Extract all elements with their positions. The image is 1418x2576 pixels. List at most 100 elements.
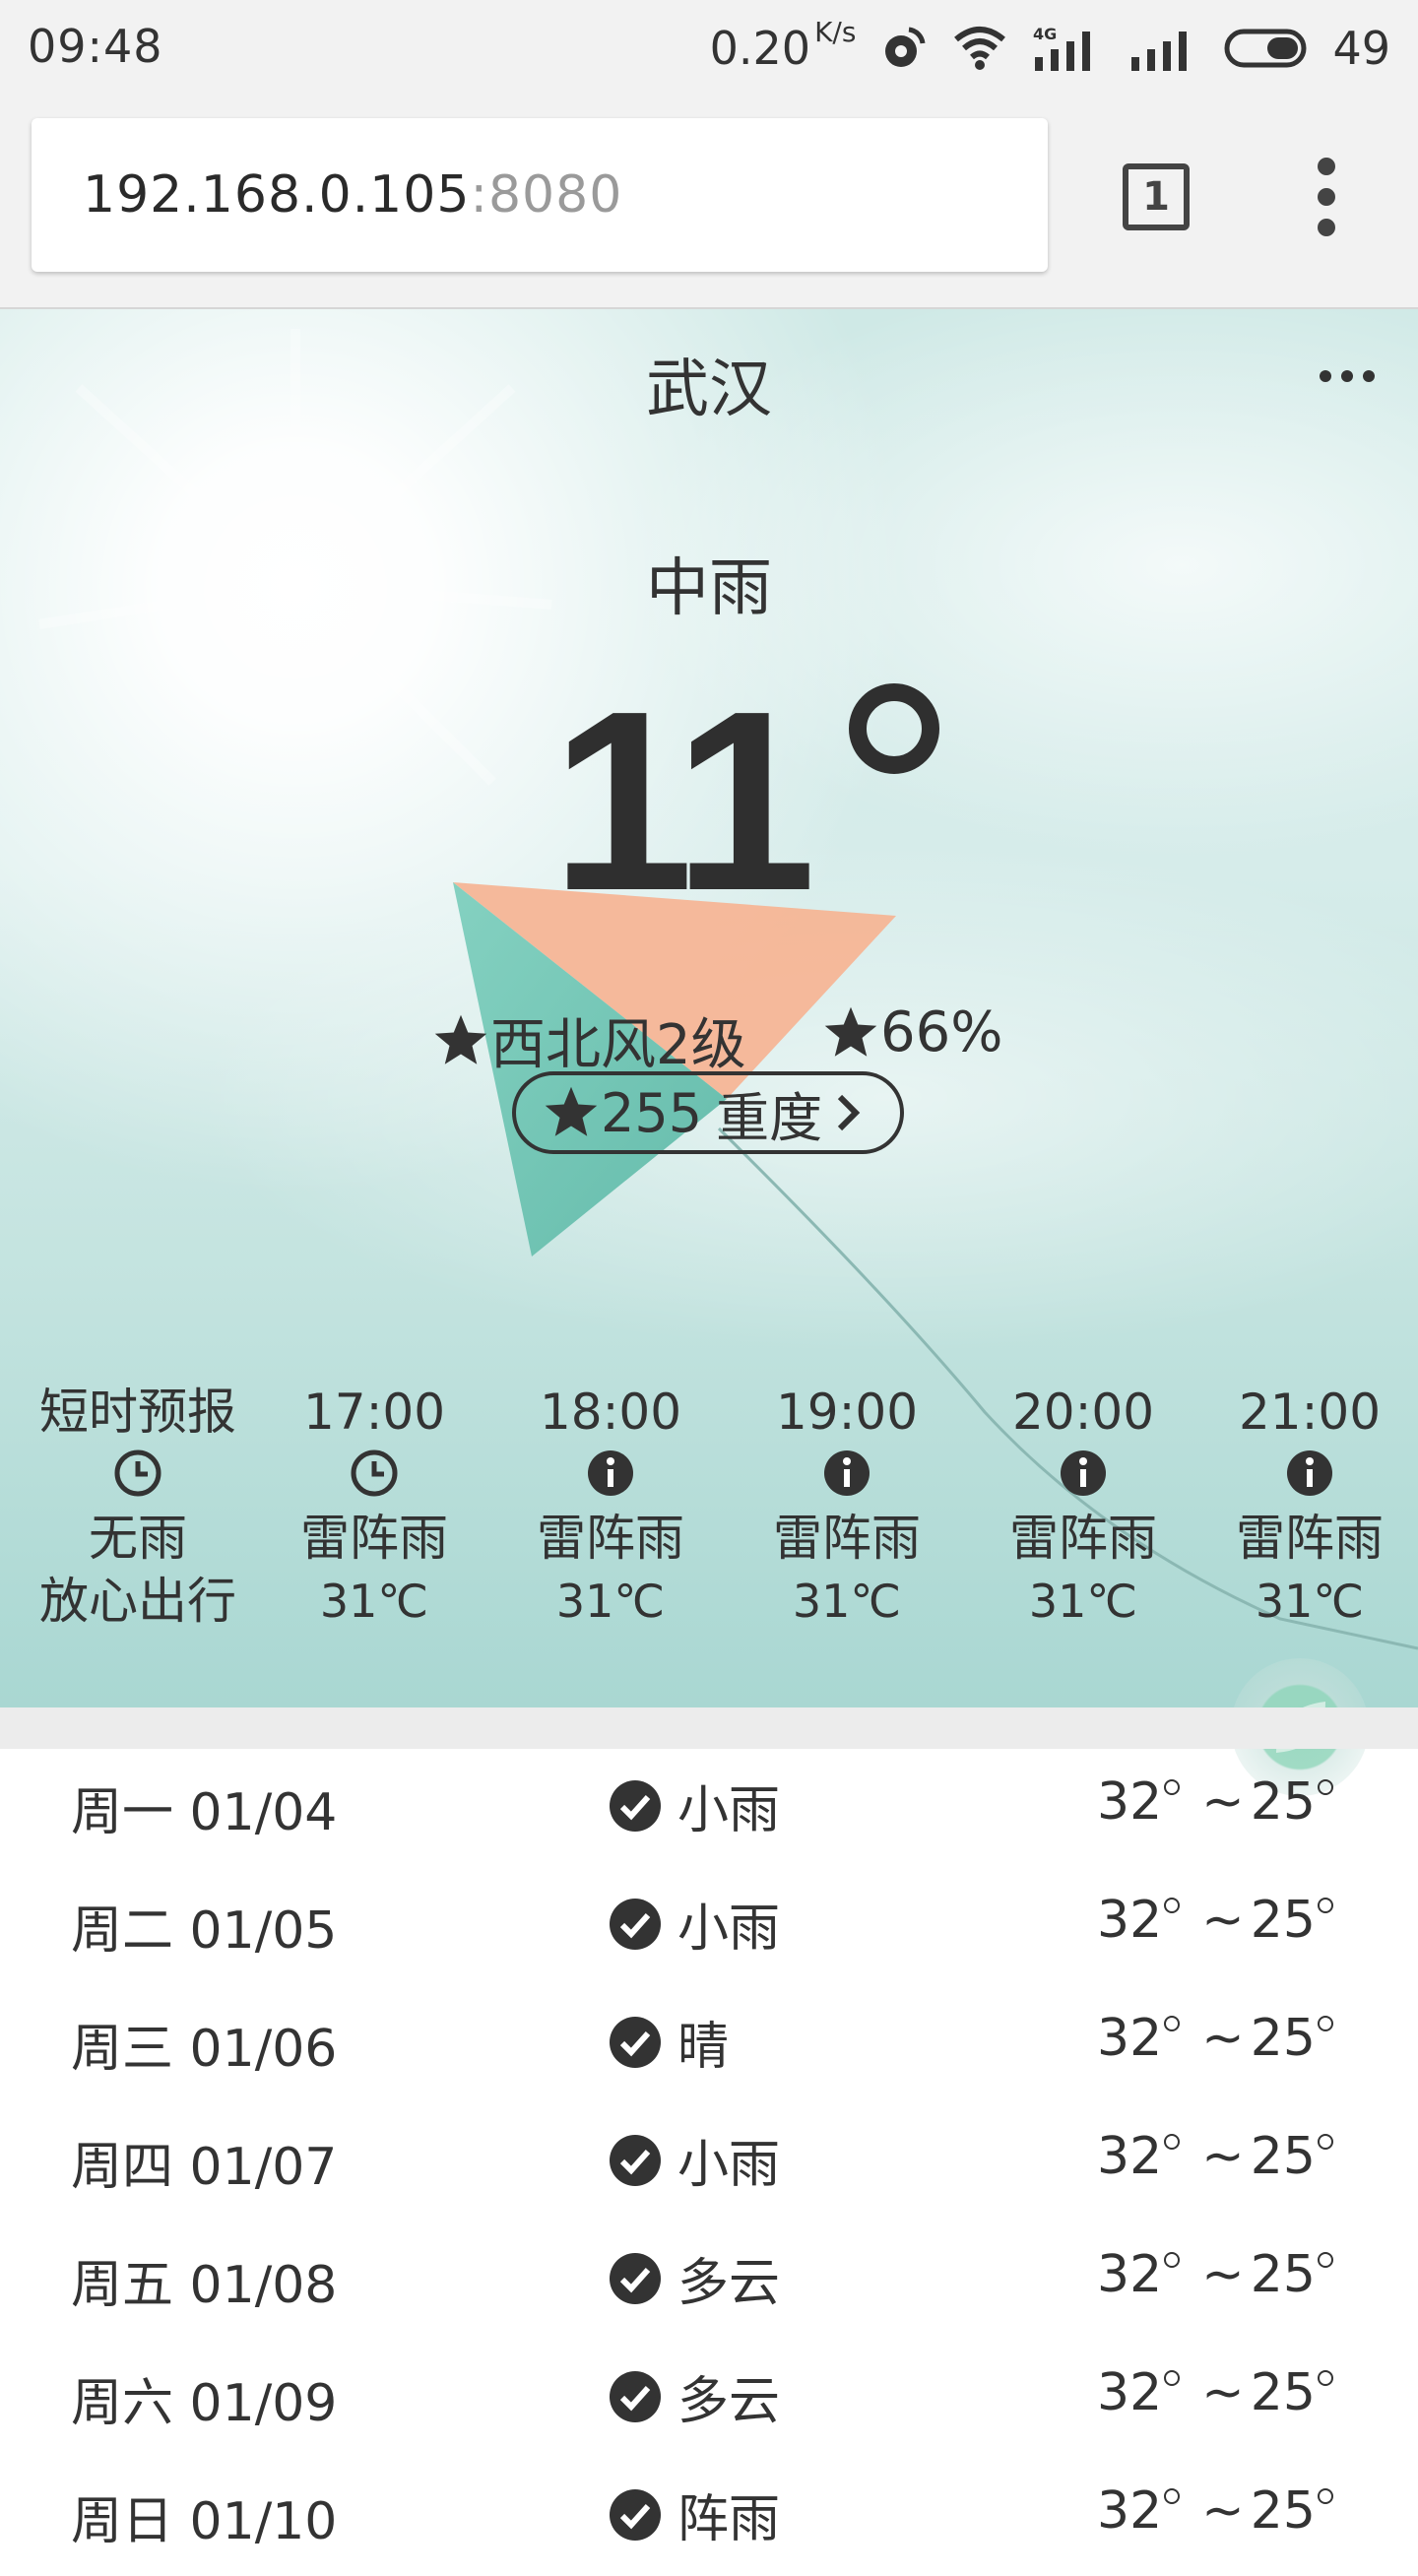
dot-icon xyxy=(1320,370,1331,382)
info-icon xyxy=(588,1450,633,1496)
day-high: 32 xyxy=(1097,1772,1163,1832)
network-speed: 0.20 K/s xyxy=(709,16,857,75)
hour-time: 17:00 xyxy=(302,1384,446,1441)
check-circle-icon xyxy=(610,2016,661,2068)
hourly-item: 21:00 雷阵雨 31℃ xyxy=(1201,1383,1418,1631)
day-high: 32 xyxy=(1097,2009,1163,2068)
short-forecast-summary: 短时预报 无雨 放心出行 xyxy=(30,1383,246,1631)
hourly-forecast[interactable]: 短时预报 无雨 放心出行 17:00 雷阵雨 31℃ 18:00 雷阵雨 31℃… xyxy=(0,1383,1418,1678)
data-sync-icon xyxy=(879,24,929,73)
day-high: 32 xyxy=(1097,2481,1163,2541)
dot-icon xyxy=(1341,370,1353,382)
network-speed-unit: K/s xyxy=(814,16,857,48)
battery-level: 49 xyxy=(1332,22,1390,75)
status-bar: 09:48 0.20 K/s 4G 49 xyxy=(0,0,1418,97)
daily-row[interactable]: 周五 01/08 多云 32 ~25 xyxy=(0,2222,1418,2340)
day-date: 周五 01/08 xyxy=(71,2256,338,2315)
check-circle-icon xyxy=(610,1898,661,1950)
day-low: 25 xyxy=(1250,2363,1316,2422)
day-condition: 晴 xyxy=(677,2018,730,2077)
day-condition: 多云 xyxy=(677,2254,781,2313)
status-indicators: 0.20 K/s 4G 49 xyxy=(710,14,1390,83)
city-title[interactable]: 武汉 xyxy=(0,339,1418,429)
short-forecast-title: 短时预报 xyxy=(39,1384,236,1441)
check-circle-icon xyxy=(610,2252,661,2304)
url-text: 192.168.0.105:8080 xyxy=(83,165,622,225)
day-condition: 小雨 xyxy=(677,2136,781,2195)
day-high: 32 xyxy=(1097,2363,1163,2422)
menu-dot-icon xyxy=(1318,158,1335,175)
star-icon xyxy=(824,1006,877,1057)
wind-info: 西北风2级 xyxy=(431,1000,746,1080)
hourly-item: 20:00 雷阵雨 31℃ xyxy=(975,1383,1192,1631)
current-temperature: 11 xyxy=(551,659,816,944)
tab-count: 1 xyxy=(1142,174,1170,220)
hour-temp: 31℃ xyxy=(1255,1575,1365,1628)
day-high: 32 xyxy=(1097,1891,1163,1950)
day-condition: 小雨 xyxy=(677,1900,781,1959)
address-bar[interactable]: 192.168.0.105:8080 xyxy=(32,118,1048,272)
svg-text:4G: 4G xyxy=(1033,25,1057,43)
daily-row[interactable]: 周日 01/10 阵雨 32 ~25 xyxy=(0,2458,1418,2576)
browser-menu-button[interactable] xyxy=(1310,158,1345,236)
daily-row[interactable]: 周四 01/07 小雨 32 ~25 xyxy=(0,2103,1418,2222)
check-circle-icon xyxy=(610,2370,661,2422)
aqi-button[interactable]: 255 重度 xyxy=(512,1071,904,1154)
day-high: 32 xyxy=(1097,2245,1163,2304)
daily-row[interactable]: 周二 01/05 小雨 32 ~25 xyxy=(0,1867,1418,1985)
day-high: 32 xyxy=(1097,2127,1163,2186)
menu-dot-icon xyxy=(1318,188,1335,206)
day-low: 25 xyxy=(1250,2245,1316,2304)
day-date: 周一 01/04 xyxy=(71,1783,338,1842)
day-low: 25 xyxy=(1250,2127,1316,2186)
check-circle-icon xyxy=(610,2134,661,2186)
daily-row[interactable]: 周六 01/09 多云 32 ~25 xyxy=(0,2340,1418,2458)
hour-temp: 31℃ xyxy=(319,1575,429,1628)
day-condition: 多云 xyxy=(677,2372,781,2431)
daily-row[interactable]: 周三 01/06 晴 32 ~25 xyxy=(0,1985,1418,2103)
day-date: 周二 01/05 xyxy=(71,1901,338,1961)
more-options-button[interactable] xyxy=(1320,370,1379,384)
day-low: 25 xyxy=(1250,2481,1316,2541)
hour-time: 19:00 xyxy=(775,1384,919,1441)
day-low: 25 xyxy=(1250,1772,1316,1832)
daily-row[interactable]: 周一 01/04 小雨 32 ~25 xyxy=(0,1749,1418,1867)
hour-time: 18:00 xyxy=(539,1384,682,1441)
info-icon xyxy=(1287,1450,1332,1496)
clock-icon xyxy=(351,1449,398,1497)
aqi-level: 重度 xyxy=(716,1086,823,1149)
dot-icon xyxy=(1363,370,1375,382)
star-icon xyxy=(434,1014,487,1064)
chevron-right-icon xyxy=(837,1094,861,1131)
wind-text: 西北风2级 xyxy=(490,1013,746,1077)
url-port: :8080 xyxy=(470,165,623,225)
clock-icon xyxy=(114,1449,161,1497)
day-date: 周三 01/06 xyxy=(71,2020,338,2079)
hour-condition: 雷阵雨 xyxy=(537,1510,684,1567)
section-divider xyxy=(0,1707,1418,1749)
url-host: 192.168.0.105 xyxy=(83,165,471,225)
day-condition: 阵雨 xyxy=(677,2490,781,2549)
hour-temp: 31℃ xyxy=(555,1575,666,1628)
hour-time: 20:00 xyxy=(1011,1384,1155,1441)
day-date: 周六 01/09 xyxy=(71,2374,338,2433)
weather-hero: 武汉 中雨 11 西北风2级 66% 255 重度 短时预报 无雨 放心出行 1… xyxy=(0,309,1418,1707)
hour-condition: 雷阵雨 xyxy=(1009,1510,1157,1567)
current-condition: 中雨 xyxy=(646,552,772,625)
hour-temp: 31℃ xyxy=(1028,1575,1138,1628)
status-time: 09:48 xyxy=(28,20,163,73)
short-forecast-sub: 放心出行 xyxy=(39,1573,236,1630)
browser-toolbar: 192.168.0.105:8080 1 xyxy=(0,97,1418,309)
menu-dot-icon xyxy=(1318,219,1335,236)
hourly-item: 17:00 雷阵雨 31℃ xyxy=(266,1383,483,1631)
aqi-value: 255 xyxy=(601,1081,703,1144)
hour-condition: 雷阵雨 xyxy=(300,1510,448,1567)
tab-switcher-button[interactable]: 1 xyxy=(1123,163,1190,230)
hour-condition: 雷阵雨 xyxy=(1236,1510,1384,1567)
battery-icon xyxy=(1224,29,1309,68)
day-low: 25 xyxy=(1250,2009,1316,2068)
network-speed-value: 0.20 xyxy=(709,22,811,75)
day-date: 周四 01/07 xyxy=(71,2138,338,2197)
day-date: 周日 01/10 xyxy=(71,2492,338,2551)
check-circle-icon xyxy=(610,2488,661,2541)
